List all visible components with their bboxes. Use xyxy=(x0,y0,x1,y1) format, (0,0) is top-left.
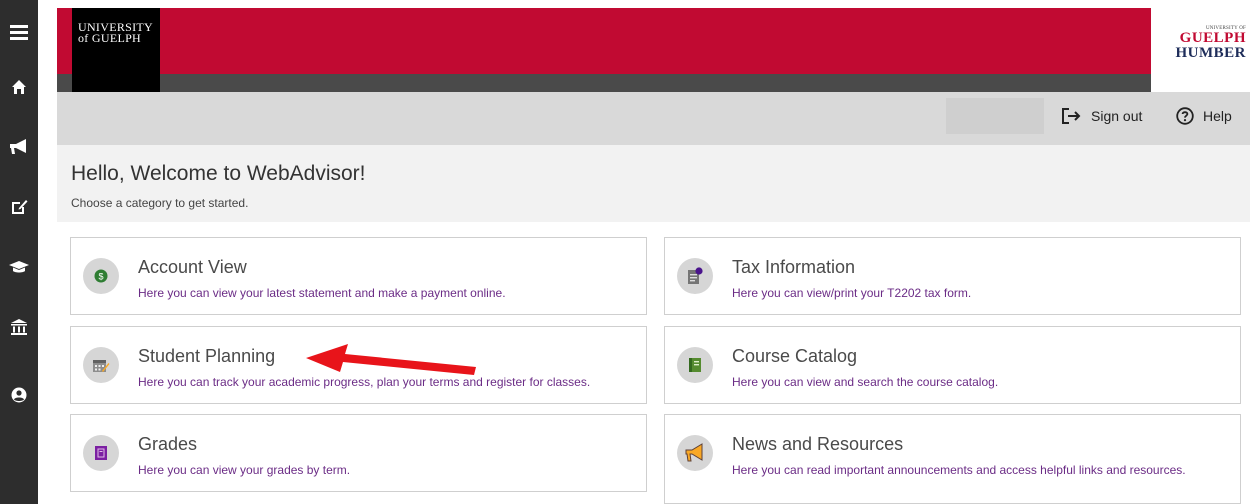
tile-title: Account View xyxy=(138,257,247,277)
guelph-humber-logo[interactable]: UNIVERSITY OF GUELPH HUMBER xyxy=(1151,8,1250,92)
help-icon xyxy=(1176,107,1194,125)
money-icon: $ xyxy=(94,269,108,283)
catalog-book-icon xyxy=(689,358,701,372)
tile-title: Course Catalog xyxy=(732,346,858,366)
tile-description: Here you can view/print your T2202 tax f… xyxy=(732,286,972,300)
nav-academics-button[interactable] xyxy=(0,247,38,287)
edit-icon xyxy=(12,200,28,214)
tile-description: Here you can view and search the course … xyxy=(732,375,999,389)
tile-title: Student Planning xyxy=(138,346,276,366)
help-label: Help xyxy=(1203,108,1232,124)
tile-icon-circle xyxy=(677,435,713,471)
user-icon xyxy=(11,387,27,403)
page-subtitle: Choose a category to get started. xyxy=(71,196,249,210)
site-header: UNIVERSITY of GUELPH UNIVERSITY OF GUELP… xyxy=(57,0,1250,92)
sign-out-label: Sign out xyxy=(1091,108,1143,124)
university-of-guelph-logo[interactable]: UNIVERSITY of GUELPH xyxy=(72,8,160,92)
nav-home-button[interactable] xyxy=(0,67,38,107)
tile-icon-circle xyxy=(677,258,713,294)
tile-news-and-resources[interactable]: News and Resources Here you can read imp… xyxy=(664,414,1241,504)
nav-menu-button[interactable] xyxy=(0,12,38,52)
menu-icon xyxy=(10,25,28,40)
top-toolbar: Sign out Help xyxy=(57,92,1250,145)
tile-title: News and Resources xyxy=(732,434,904,454)
home-icon xyxy=(12,80,26,94)
tile-title: Grades xyxy=(138,434,198,454)
grades-book-icon xyxy=(95,446,107,460)
graduation-cap-icon xyxy=(9,261,29,273)
header-lower-bar xyxy=(57,74,1250,92)
tile-course-catalog[interactable]: Course Catalog Here you can view and sea… xyxy=(664,326,1241,404)
svg-text:$: $ xyxy=(98,272,103,282)
left-nav-rail xyxy=(0,0,38,504)
nav-finance-button[interactable] xyxy=(0,307,38,347)
webadvisor-app: UNIVERSITY of GUELPH UNIVERSITY OF GUELP… xyxy=(0,0,1250,504)
megaphone-icon xyxy=(10,139,26,154)
tile-grades[interactable]: Grades Here you can view your grades by … xyxy=(70,414,647,492)
toolbar-placeholder-box xyxy=(946,98,1044,134)
nav-announcements-button[interactable] xyxy=(0,127,38,167)
help-button[interactable]: Help xyxy=(1176,104,1232,128)
tile-description: Here you can read important announcement… xyxy=(732,463,1186,477)
tile-student-planning[interactable]: Student Planning Here you can track your… xyxy=(70,326,647,404)
tile-tax-information[interactable]: Tax Information Here you can view/print … xyxy=(664,237,1241,315)
tile-icon-circle: $ xyxy=(83,258,119,294)
welcome-banner: Hello, Welcome to WebAdvisor! Choose a c… xyxy=(57,145,1250,222)
nav-profile-button[interactable] xyxy=(0,375,38,415)
sign-out-icon xyxy=(1062,108,1081,124)
tile-icon-circle xyxy=(83,435,119,471)
sign-out-button[interactable]: Sign out xyxy=(1062,104,1142,128)
nav-edit-button[interactable] xyxy=(0,187,38,227)
tile-account-view[interactable]: $ Account View Here you can view your la… xyxy=(70,237,647,315)
tile-icon-circle xyxy=(677,347,713,383)
tile-description: Here you can view your latest statement … xyxy=(138,286,506,300)
page-title: Hello, Welcome to WebAdvisor! xyxy=(71,162,366,185)
tile-description: Here you can view your grades by term. xyxy=(138,463,351,477)
tile-description: Here you can track your academic progres… xyxy=(138,375,591,389)
header-top-strip xyxy=(57,0,1250,8)
megaphone-icon xyxy=(685,443,703,462)
header-brand-bar xyxy=(57,8,1250,74)
tax-document-icon xyxy=(688,267,703,284)
bank-icon xyxy=(11,319,27,335)
tile-title: Tax Information xyxy=(732,257,856,277)
calendar-planning-icon xyxy=(93,360,110,372)
tile-icon-circle xyxy=(83,347,119,383)
